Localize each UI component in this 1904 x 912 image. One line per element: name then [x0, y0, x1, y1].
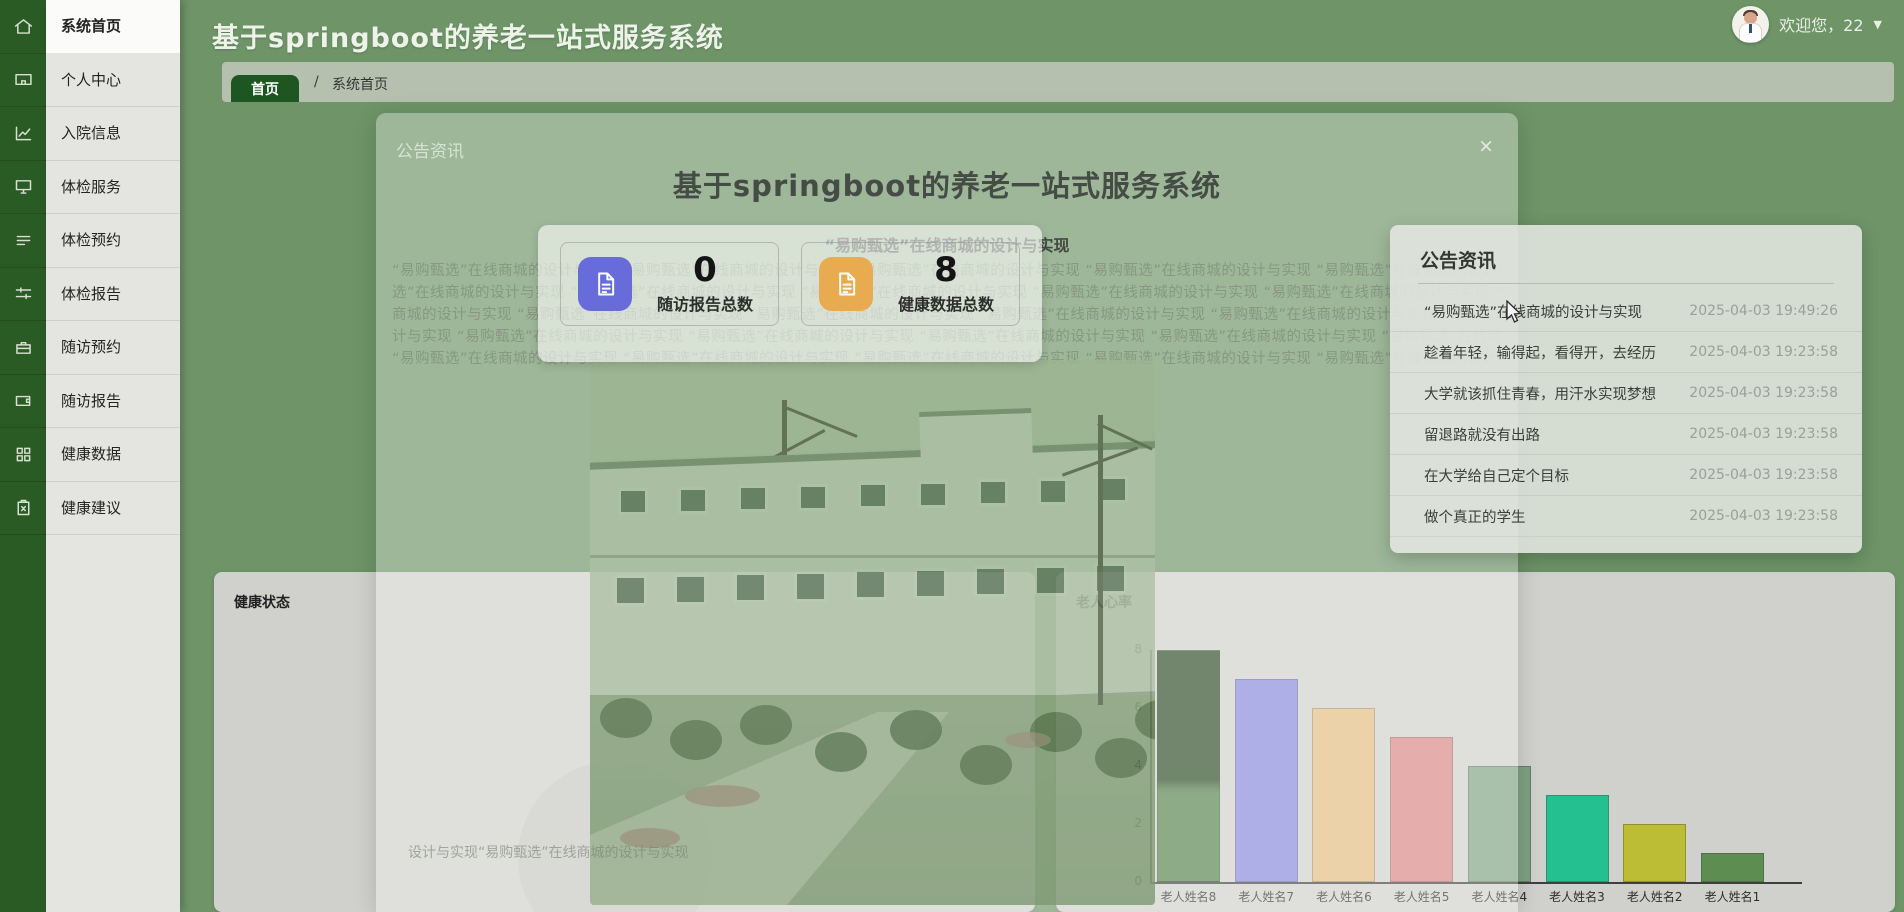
- bar-老人姓名1[interactable]: [1700, 853, 1764, 882]
- sidebar-icon-user-card-icon[interactable]: [0, 54, 46, 107]
- announcement-text[interactable]: 做个真正的学生: [1424, 506, 1526, 527]
- announcement-modal-overlay: 公告资讯 × 基于springboot的养老一站式服务系统 “易购甄选”在线商城…: [376, 113, 1518, 912]
- sidebar-icon-home-icon[interactable]: [0, 0, 46, 54]
- modal-title: 基于springboot的养老一站式服务系统: [672, 169, 1222, 203]
- sidebar-icon-sliders-icon[interactable]: [0, 268, 46, 321]
- welcome-text: 欢迎您，22: [1779, 16, 1864, 35]
- stat-health-data: 8 健康数据总数: [801, 242, 1020, 326]
- chart-icon: [15, 126, 31, 141]
- stat-label: 随访报告总数: [656, 294, 753, 314]
- avatar-tie: [1749, 23, 1753, 33]
- sidebar-item-9[interactable]: 健康数据: [46, 428, 180, 482]
- stat-value: 8: [934, 250, 958, 291]
- sidebar-item-4[interactable]: 体检服务: [46, 161, 180, 214]
- announcement-date: 2025-04-03 19:23:58: [1689, 467, 1838, 483]
- announcements-panel: 公告资讯 “易购甄选”在线商城的设计与实现 2025-04-03 19:49:26…: [1390, 225, 1862, 553]
- chevron-down-icon[interactable]: ▼: [1874, 18, 1882, 31]
- sidebar-item-5[interactable]: 体检预约: [46, 214, 180, 268]
- breadcrumb-current: 系统首页: [332, 77, 388, 93]
- x-category-label: 老人姓名2: [1626, 890, 1683, 904]
- watermark-bottom-line: 设计与实现“易购甄选”在线商城的设计与实现: [408, 845, 689, 861]
- sidebar-item-2[interactable]: 个人中心: [46, 54, 180, 107]
- announcement-date: 2025-04-03 19:23:58: [1689, 385, 1838, 401]
- announcement-date: 2025-04-03 19:23:58: [1689, 426, 1838, 442]
- announcement-text[interactable]: 留退路就没有出路: [1424, 424, 1540, 445]
- sidebar-icon-wallet-icon[interactable]: [0, 375, 46, 428]
- user-area[interactable]: 欢迎您，22 ▼: [1732, 4, 1882, 44]
- close-icon[interactable]: ×: [1478, 137, 1494, 156]
- announcement-date: 2025-04-03 19:23:58: [1689, 508, 1838, 524]
- avatar[interactable]: [1732, 5, 1770, 43]
- announcement-date: 2025-04-03 19:49:26: [1689, 303, 1838, 319]
- document-icon: [578, 257, 632, 311]
- health-status-title: 健康状态: [234, 595, 290, 611]
- bar-老人姓名3[interactable]: [1545, 795, 1609, 882]
- sliders-icon: [15, 287, 31, 300]
- sidebar-icon-list-icon[interactable]: [0, 214, 46, 268]
- x-category-label: 老人姓名1: [1704, 890, 1761, 904]
- divider: [1418, 283, 1834, 284]
- sidebar-item-6[interactable]: 体检报告: [46, 268, 180, 321]
- announcements-title: 公告资讯: [1420, 250, 1497, 272]
- announcement-text[interactable]: 在大学给自己定个目标: [1424, 465, 1569, 486]
- announcement-date: 2025-04-03 19:23:58: [1689, 344, 1838, 360]
- modal-corner-label: 公告资讯: [396, 142, 464, 162]
- stat-label: 健康数据总数: [897, 294, 994, 314]
- announcement-row[interactable]: 留退路就没有出路 2025-04-03 19:23:58: [1390, 414, 1862, 455]
- announcement-text[interactable]: “易购甄选”在线商城的设计与实现: [1424, 301, 1642, 322]
- avatar-head: [1744, 11, 1758, 24]
- user-card-icon: [14, 74, 32, 86]
- announcement-row[interactable]: 做个真正的学生 2025-04-03 19:23:58: [1390, 496, 1862, 537]
- announcement-text[interactable]: 大学就该抓住青春，用汗水实现梦想: [1424, 383, 1656, 404]
- announcement-text[interactable]: 趁着年轻，输得起，看得开，去经历: [1424, 342, 1656, 363]
- sidebar-item-7[interactable]: 随访预约: [46, 321, 180, 375]
- page-title: 基于springboot的养老一站式服务系统: [212, 23, 724, 54]
- grid-icon: [16, 447, 30, 462]
- breadcrumb-separator: /: [314, 74, 319, 90]
- sidebar-item-8[interactable]: 随访报告: [46, 375, 180, 428]
- document-icon: [819, 257, 873, 311]
- sidebar-icon-grid-icon[interactable]: [0, 428, 46, 482]
- wallet-icon: [15, 396, 30, 407]
- announcement-row[interactable]: “易购甄选”在线商城的设计与实现 2025-04-03 19:49:26: [1390, 291, 1862, 332]
- sidebar-icon-chart-icon[interactable]: [0, 107, 46, 161]
- home-icon: [14, 18, 32, 34]
- breadcrumb: 首页 / 系统首页: [222, 62, 1894, 102]
- stat-value: 0: [693, 250, 717, 291]
- clipboard-icon: [17, 500, 29, 516]
- sidebar-icon-monitor-icon[interactable]: [0, 161, 46, 214]
- announcement-row[interactable]: 大学就该抓住青春，用汗水实现梦想 2025-04-03 19:23:58: [1390, 373, 1862, 414]
- photo-green-tint: [590, 360, 1155, 905]
- sidebar-menu: 系统首页 个人中心 入院信息 体检服务 体检预约 体检报告 随访预约 随访报告 健康数据 健康建议: [46, 0, 180, 912]
- announcement-row[interactable]: 趁着年轻，输得起，看得开，去经历 2025-04-03 19:23:58: [1390, 332, 1862, 373]
- document-icon: [839, 272, 856, 296]
- bar-老人姓名2[interactable]: [1623, 824, 1687, 882]
- sidebar-item-10[interactable]: 健康建议: [46, 482, 180, 535]
- stat-followup-reports: 0 随访报告总数: [560, 242, 779, 326]
- list-icon: [16, 235, 30, 245]
- sidebar-item-3[interactable]: 入院信息: [46, 107, 180, 161]
- sidebar-item-1[interactable]: 系统首页: [46, 0, 180, 54]
- stats-card: 0 随访报告总数 8 健康数据总数: [538, 225, 1042, 362]
- sidebar-icon-clipboard-icon[interactable]: [0, 482, 46, 535]
- sidebar-icon-strip: [0, 0, 46, 912]
- facility-photo: [590, 360, 1155, 905]
- briefcase-icon: [15, 341, 31, 354]
- sidebar-icon-briefcase-icon[interactable]: [0, 321, 46, 375]
- breadcrumb-home-tab[interactable]: 首页: [231, 75, 299, 102]
- monitor-icon: [15, 180, 31, 195]
- mouse-cursor: [1506, 300, 1522, 323]
- announcement-row[interactable]: 在大学给自己定个目标 2025-04-03 19:23:58: [1390, 455, 1862, 496]
- document-icon: [598, 272, 615, 296]
- x-category-label: 老人姓名3: [1549, 890, 1605, 904]
